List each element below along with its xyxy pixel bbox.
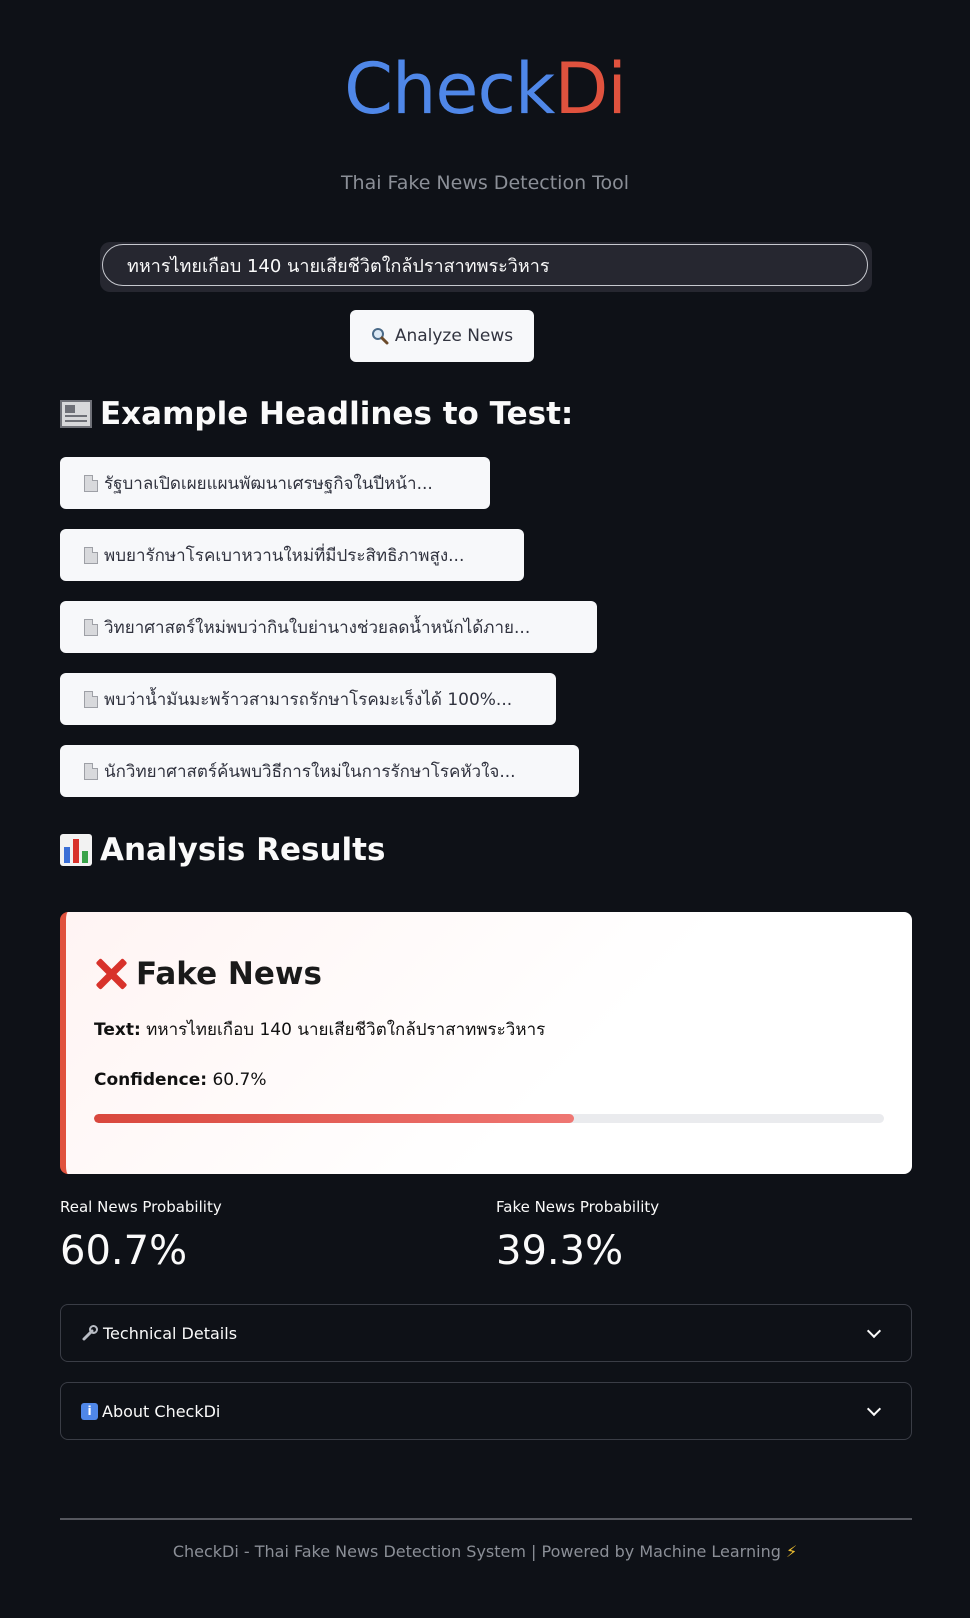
technical-details-header: Technical Details [81,1324,869,1343]
verdict: Fake News [94,956,322,992]
document-icon [84,762,98,780]
app-logo: CheckDi [0,44,970,134]
example-label: รัฐบาลเปิดเผยแผนพัฒนาเศรษฐกิจในปีหน้า... [104,473,433,494]
results-title: Analysis Results [100,832,386,868]
about-header: i About CheckDi [81,1402,869,1421]
example-button-3[interactable]: วิทยาศาสตร์ใหม่พบว่ากินใบย่านางช่วยลดน้ำ… [60,601,597,653]
document-icon [84,546,98,564]
document-icon [84,690,98,708]
result-card: Fake News Text: ทหารไทยเกือบ 140 นายเสีย… [60,912,912,1174]
cross-mark-icon [94,957,128,991]
lightning-icon: ⚡ [785,1542,798,1561]
verdict-label: Fake News [136,956,322,992]
text-label: Text: [94,1020,141,1040]
about-expander[interactable]: i About CheckDi [60,1382,912,1440]
fake-probability-value: 39.3% [496,1228,624,1274]
about-label: About CheckDi [102,1401,221,1421]
magnifier-icon [371,328,389,345]
analyze-news-button[interactable]: Analyze News [350,310,534,362]
bar-chart-icon [60,834,92,866]
fake-probability-label: Fake News Probability [496,1198,660,1216]
analyzed-text: Text: ทหารไทยเกือบ 140 นายเสียชีวิตใกล้ป… [94,1016,545,1043]
confidence-row: Confidence: 60.7% [94,1070,267,1090]
examples-title: Example Headlines to Test: [100,396,574,432]
chevron-down-icon [866,1323,882,1338]
examples-heading: Example Headlines to Test: [60,396,573,432]
search-container [100,242,872,292]
results-heading: Analysis Results [60,832,385,868]
footer-text: CheckDi - Thai Fake News Detection Syste… [172,1542,781,1561]
info-icon: i [81,1402,98,1420]
footer: CheckDi - Thai Fake News Detection Syste… [0,1542,970,1561]
text-value: ทหารไทยเกือบ 140 นายเสียชีวิตใกล้ปราสาทพ… [146,1020,546,1040]
technical-details-expander[interactable]: Technical Details [60,1304,912,1362]
footer-divider [60,1518,912,1520]
logo-check: Check [344,48,555,130]
confidence-value: 60.7% [212,1070,267,1090]
logo-di: Di [554,48,626,130]
app-subtitle: Thai Fake News Detection Tool [340,172,630,194]
example-label: นักวิทยาศาสตร์ค้นพบวิธีการใหม่ในการรักษา… [104,761,516,782]
example-button-1[interactable]: รัฐบาลเปิดเผยแผนพัฒนาเศรษฐกิจในปีหน้า... [60,457,490,509]
chevron-down-icon [866,1401,882,1416]
news-input[interactable] [102,244,868,286]
newspaper-icon [60,400,92,428]
example-label: พบว่าน้ำมันมะพร้าวสามารถรักษาโรคมะเร็งได… [104,689,513,710]
example-button-5[interactable]: นักวิทยาศาสตร์ค้นพบวิธีการใหม่ในการรักษา… [60,745,579,797]
example-label: วิทยาศาสตร์ใหม่พบว่ากินใบย่านางช่วยลดน้ำ… [104,617,531,638]
example-button-2[interactable]: พบยารักษาโรคเบาหวานใหม่ที่มีประสิทธิภาพส… [60,529,524,581]
document-icon [84,474,98,492]
technical-details-label: Technical Details [103,1323,238,1343]
real-probability-label: Real News Probability [60,1198,222,1216]
example-label: พบยารักษาโรคเบาหวานใหม่ที่มีประสิทธิภาพส… [104,545,465,566]
confidence-bar-fill [94,1114,574,1123]
analyze-button-label: Analyze News [394,326,514,346]
document-icon [84,618,98,636]
example-button-4[interactable]: พบว่าน้ำมันมะพร้าวสามารถรักษาโรคมะเร็งได… [60,673,556,725]
confidence-bar [94,1114,884,1123]
confidence-label: Confidence: [94,1070,208,1090]
wrench-icon [82,1325,98,1341]
app-page: CheckDi Thai Fake News Detection Tool An… [0,0,970,1618]
real-probability-value: 60.7% [60,1228,188,1274]
